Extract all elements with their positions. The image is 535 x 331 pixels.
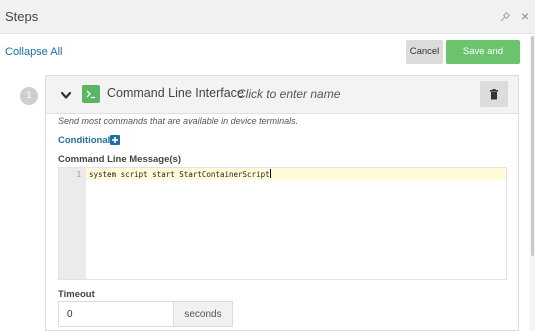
save-and-continue-button[interactable]: Save and continue: [446, 40, 520, 81]
chevron-down-icon[interactable]: [59, 88, 73, 102]
delete-step-button[interactable]: [480, 81, 508, 107]
step-header[interactable]: Command Line Interface Click to enter na…: [46, 76, 518, 114]
timeout-label: Timeout: [58, 289, 95, 300]
plus-icon[interactable]: [110, 135, 120, 145]
timeout-unit-addon: seconds: [174, 301, 233, 327]
pin-icon[interactable]: [499, 11, 511, 23]
code-line[interactable]: system script start StartContainerScript: [89, 169, 271, 179]
step-description: Send most commands that are available in…: [58, 116, 299, 126]
panel-titlebar: Steps ×: [0, 0, 535, 34]
line-number: 1: [76, 170, 81, 179]
command-editor[interactable]: 1 system script start StartContainerScri…: [58, 167, 507, 280]
editor-gutter: 1: [59, 168, 86, 279]
cancel-button[interactable]: Cancel: [406, 40, 443, 64]
close-icon[interactable]: ×: [521, 8, 529, 24]
scrollbar-thumb[interactable]: [531, 36, 534, 256]
code-line-text: system script start StartContainerScript: [89, 170, 270, 179]
step-type-label: Command Line Interface: [107, 86, 244, 100]
command-line-messages-label: Command Line Message(s): [58, 154, 181, 165]
text-cursor: [269, 169, 271, 178]
conditional-link[interactable]: Conditional: [58, 135, 110, 146]
step-card: Command Line Interface Click to enter na…: [45, 75, 519, 331]
panel-title: Steps: [5, 9, 39, 24]
step-name-field[interactable]: Click to enter name: [237, 87, 340, 101]
collapse-all-link[interactable]: Collapse All: [5, 46, 62, 58]
step-number-badge: 1: [20, 87, 38, 105]
timeout-input[interactable]: [58, 301, 174, 327]
terminal-icon: [82, 85, 100, 103]
trash-icon: [490, 89, 498, 100]
